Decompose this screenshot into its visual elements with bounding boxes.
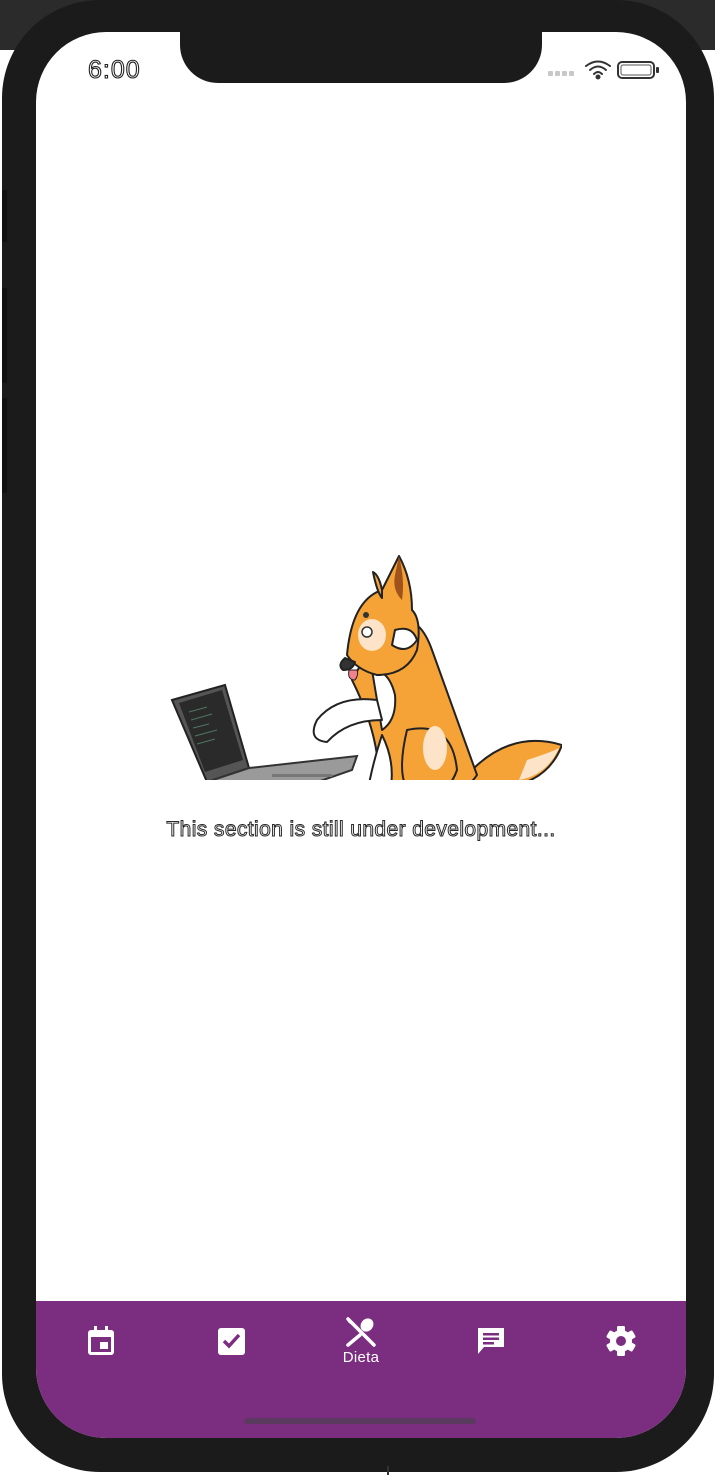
nav-item-chat[interactable] [461,1325,521,1357]
battery-icon [617,61,659,79]
under-development-message: This section is still under development.… [166,818,556,842]
mute-switch [2,190,7,242]
volume-up-button [2,288,7,383]
status-time: 6:00 [87,55,141,84]
nav-item-settings[interactable] [591,1325,651,1357]
nav-label-diet: Dieta [342,1349,380,1366]
checkbox-icon [218,1328,245,1355]
bottom-navigation-bar: Dieta [36,1301,686,1438]
nav-item-diet[interactable]: Dieta [331,1317,391,1366]
bottom-edge-mark [387,1466,389,1475]
gear-icon [606,1326,636,1356]
wifi-icon [585,60,611,80]
calendar-icon [88,1326,114,1355]
fork-spoon-icon [346,1317,376,1347]
fox-laptop-illustration [167,520,563,806]
status-icons [548,58,668,82]
chat-icon [478,1328,504,1354]
nav-item-calendar[interactable] [71,1325,131,1357]
signal-icon [548,71,574,76]
phone-frame: 6:00 This section is still under develop… [2,0,714,1472]
nav-item-tasks[interactable] [201,1325,261,1357]
app-screen: 6:00 This section is still under develop… [36,32,686,1438]
notch [180,32,542,83]
fox-illustration [312,555,563,799]
volume-down-button [2,398,7,493]
home-indicator[interactable] [244,1418,476,1424]
